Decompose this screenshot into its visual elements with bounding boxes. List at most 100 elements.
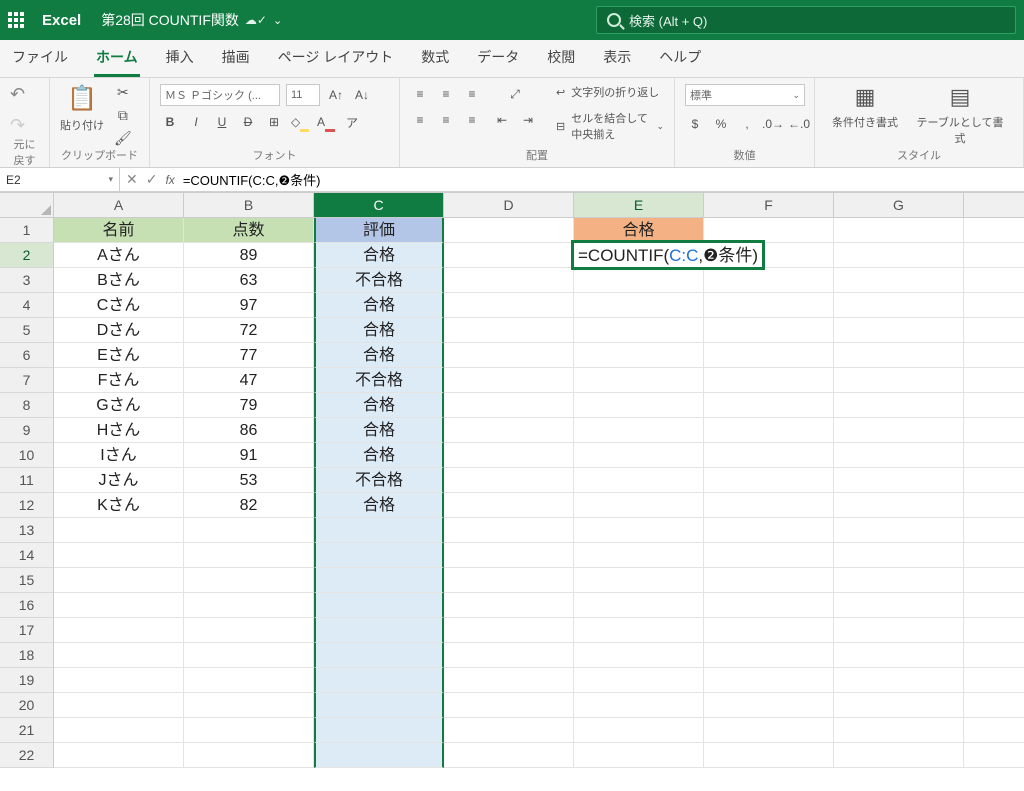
spreadsheet-grid[interactable]: ABCDEFGHI1名前点数評価合格2Aさん89合格=COUNTIF(C:C,❷… <box>0 192 1024 768</box>
cell-E1[interactable]: 合格 <box>574 218 704 243</box>
cell-C9[interactable]: 合格 <box>314 418 444 443</box>
cell-E3[interactable] <box>574 268 704 293</box>
cell-A20[interactable] <box>54 693 184 718</box>
cell-C21[interactable] <box>314 718 444 743</box>
cell-G19[interactable] <box>834 668 964 693</box>
cell-A17[interactable] <box>54 618 184 643</box>
cell-H9[interactable] <box>964 418 1024 443</box>
cell-D9[interactable] <box>444 418 574 443</box>
cell-H16[interactable] <box>964 593 1024 618</box>
cell-D2[interactable] <box>444 243 574 268</box>
row-header-8[interactable]: 8 <box>0 393 54 418</box>
row-header-2[interactable]: 2 <box>0 243 54 268</box>
cell-C18[interactable] <box>314 643 444 668</box>
cell-C5[interactable]: 合格 <box>314 318 444 343</box>
cell-E15[interactable] <box>574 568 704 593</box>
redo-icon[interactable]: ↷ <box>10 115 25 136</box>
cell-E12[interactable] <box>574 493 704 518</box>
cell-C13[interactable] <box>314 518 444 543</box>
cell-G2[interactable] <box>834 243 964 268</box>
cell-B21[interactable] <box>184 718 314 743</box>
cell-G7[interactable] <box>834 368 964 393</box>
cell-C20[interactable] <box>314 693 444 718</box>
cell-B14[interactable] <box>184 543 314 568</box>
cell-F15[interactable] <box>704 568 834 593</box>
align-left-icon[interactable]: ≡ <box>410 110 430 130</box>
cell-B19[interactable] <box>184 668 314 693</box>
cell-B8[interactable]: 79 <box>184 393 314 418</box>
indent-icon[interactable]: ⇥ <box>518 110 538 130</box>
increase-decimal-button[interactable]: .0→ <box>763 114 783 134</box>
font-family-select[interactable]: ＭＳ Ｐゴシック (... <box>160 84 280 106</box>
cell-D6[interactable] <box>444 343 574 368</box>
bold-button[interactable]: B <box>160 112 180 132</box>
column-header-D[interactable]: D <box>444 193 574 218</box>
cell-A10[interactable]: Iさん <box>54 443 184 468</box>
percent-button[interactable]: % <box>711 114 731 134</box>
cell-F16[interactable] <box>704 593 834 618</box>
align-bottom-icon[interactable]: ≡ <box>462 84 482 104</box>
cell-B4[interactable]: 97 <box>184 293 314 318</box>
column-header-G[interactable]: G <box>834 193 964 218</box>
cell-B17[interactable] <box>184 618 314 643</box>
align-right-icon[interactable]: ≡ <box>462 110 482 130</box>
column-header-H[interactable]: H <box>964 193 1024 218</box>
outdent-icon[interactable]: ⇤ <box>492 110 512 130</box>
cell-F8[interactable] <box>704 393 834 418</box>
cell-D19[interactable] <box>444 668 574 693</box>
cell-H14[interactable] <box>964 543 1024 568</box>
cell-E2[interactable]: =COUNTIF(C:C,❷条件) <box>574 243 704 268</box>
search-box[interactable]: 検索 (Alt + Q) <box>596 6 1016 34</box>
cell-D7[interactable] <box>444 368 574 393</box>
orientation-icon[interactable]: ⤢ <box>505 84 525 104</box>
fx-icon[interactable]: fx <box>165 173 174 187</box>
row-header-11[interactable]: 11 <box>0 468 54 493</box>
row-header-4[interactable]: 4 <box>0 293 54 318</box>
decrease-decimal-button[interactable]: ←.0 <box>789 114 809 134</box>
cell-E17[interactable] <box>574 618 704 643</box>
column-header-C[interactable]: C <box>314 193 444 218</box>
cell-C14[interactable] <box>314 543 444 568</box>
cell-H8[interactable] <box>964 393 1024 418</box>
row-header-17[interactable]: 17 <box>0 618 54 643</box>
document-title[interactable]: 第28回 COUNTIF関数 ☁✓ ⌄ <box>101 10 282 30</box>
undo-icon[interactable]: ↶ <box>10 84 25 105</box>
cell-F6[interactable] <box>704 343 834 368</box>
cell-H15[interactable] <box>964 568 1024 593</box>
wrap-text-button[interactable]: ↩文字列の折り返し <box>556 84 659 100</box>
cell-F7[interactable] <box>704 368 834 393</box>
italic-button[interactable]: I <box>186 112 206 132</box>
app-launcher-icon[interactable] <box>8 12 24 28</box>
cell-E19[interactable] <box>574 668 704 693</box>
cancel-formula-icon[interactable]: ✕ <box>126 171 138 188</box>
menu-tab-5[interactable]: 数式 <box>419 39 451 77</box>
cell-H19[interactable] <box>964 668 1024 693</box>
row-header-15[interactable]: 15 <box>0 568 54 593</box>
currency-button[interactable]: $ <box>685 114 705 134</box>
cell-G6[interactable] <box>834 343 964 368</box>
cell-G5[interactable] <box>834 318 964 343</box>
chevron-down-icon[interactable]: ⌄ <box>273 14 282 27</box>
cell-G16[interactable] <box>834 593 964 618</box>
cell-A16[interactable] <box>54 593 184 618</box>
menu-tab-3[interactable]: 描画 <box>220 39 252 77</box>
column-header-A[interactable]: A <box>54 193 184 218</box>
font-color-button[interactable]: A <box>316 112 336 132</box>
cell-G15[interactable] <box>834 568 964 593</box>
row-header-13[interactable]: 13 <box>0 518 54 543</box>
cell-E13[interactable] <box>574 518 704 543</box>
cell-F11[interactable] <box>704 468 834 493</box>
decrease-font-icon[interactable]: A↓ <box>352 85 372 105</box>
cell-G22[interactable] <box>834 743 964 768</box>
cell-F22[interactable] <box>704 743 834 768</box>
align-center-icon[interactable]: ≡ <box>436 110 456 130</box>
cell-G18[interactable] <box>834 643 964 668</box>
cell-E21[interactable] <box>574 718 704 743</box>
cell-E11[interactable] <box>574 468 704 493</box>
cell-G11[interactable] <box>834 468 964 493</box>
cell-B18[interactable] <box>184 643 314 668</box>
cell-E20[interactable] <box>574 693 704 718</box>
cell-C3[interactable]: 不合格 <box>314 268 444 293</box>
cell-B12[interactable]: 82 <box>184 493 314 518</box>
cell-D16[interactable] <box>444 593 574 618</box>
